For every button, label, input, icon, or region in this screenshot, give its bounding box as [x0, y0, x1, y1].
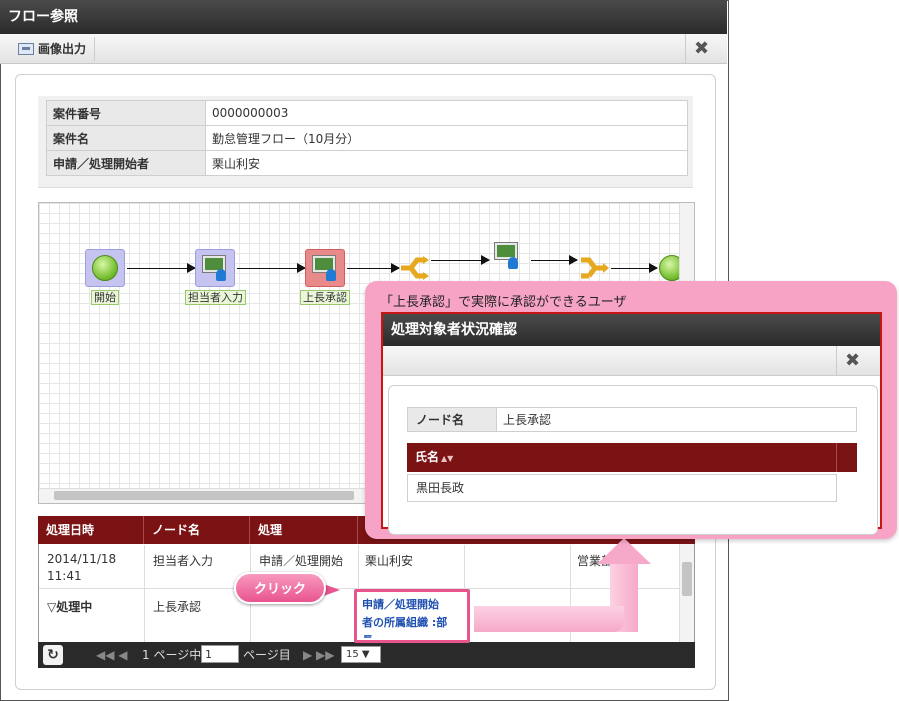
start-node-label: 開始 [91, 290, 119, 305]
table-row: 2014/11/18 11:41 担当者入力 申請／処理開始 栗山利安 営業部 [39, 545, 679, 589]
history-scroll-thumb[interactable] [682, 562, 692, 596]
column-divider [144, 545, 145, 642]
flow-arrow [531, 255, 578, 265]
row-status-in-progress: ▽処理中 [47, 600, 93, 614]
applicant-value: 栗山利安 [205, 150, 688, 176]
user-name-column-header[interactable]: 氏名 ▲▼ [407, 443, 857, 472]
join-gateway-icon [581, 257, 609, 279]
next-last-page-buttons[interactable]: ▶ ▶▶ [303, 642, 335, 668]
start-node[interactable] [85, 249, 125, 287]
flow-arrow [347, 263, 400, 273]
applicant-row: 申請／処理開始者 栗山利安 [46, 150, 688, 176]
case-name-row: 案件名 勤怠管理フロー（10月分） [46, 125, 688, 151]
page-suffix-label: ページ目 [243, 648, 291, 662]
user-list-item: 黒田長政 [407, 474, 837, 502]
first-prev-page-buttons[interactable]: ◀◀ ◀ [96, 642, 128, 668]
flow-arrow [431, 255, 490, 265]
dialog-close-icon[interactable]: ✖ [836, 346, 868, 376]
row-node: 担当者入力 [153, 554, 214, 568]
case-number-value: 0000000003 [205, 100, 688, 126]
dialog-title: 処理対象者状況確認 [383, 314, 880, 346]
split-gateway-icon [401, 256, 429, 280]
callout-arrow-shaft [474, 606, 624, 632]
person-icon [326, 269, 336, 281]
person-icon [216, 269, 226, 281]
page-count-label: 1 ページ中 [142, 648, 202, 662]
sort-icon[interactable]: ▲▼ [441, 454, 453, 463]
row-date: 2014/11/18 11:41 [47, 552, 117, 583]
flow-arrow [611, 263, 658, 273]
column-header-node[interactable]: ノード名 [144, 516, 250, 544]
callout-arrow-head [597, 538, 651, 564]
column-header-action[interactable]: 処理 [250, 516, 358, 544]
case-info-table: 案件番号 0000000003 案件名 勤怠管理フロー（10月分） 申請／処理開… [46, 100, 688, 176]
applicant-label: 申請／処理開始者 [46, 150, 206, 176]
task-node-input[interactable] [195, 249, 235, 287]
refresh-icon[interactable]: ↻ [43, 645, 63, 665]
window-toolbar: 画像出力 ✖ [0, 34, 727, 64]
diagram-scroll-thumb[interactable] [54, 491, 354, 500]
dialog-toolbar: ✖ [383, 346, 880, 376]
row-action: 申請／処理開始 [259, 554, 344, 568]
column-header-datetime[interactable]: 処理日時 [38, 516, 144, 544]
node-name-label: ノード名 [407, 407, 497, 432]
start-circle-icon [92, 255, 118, 281]
case-number-row: 案件番号 0000000003 [46, 100, 688, 126]
flow-arrow [127, 263, 196, 273]
column-divider [836, 443, 837, 472]
history-vertical-scrollbar[interactable] [679, 544, 694, 642]
window-title: フロー参照 [0, 0, 727, 34]
person-icon [508, 257, 518, 269]
task-node-parallel[interactable] [489, 241, 529, 275]
image-export-icon [18, 43, 34, 55]
target-user-link[interactable]: 申請／処理開始者の所属組織 :部長 [362, 596, 466, 650]
export-image-button[interactable]: 画像出力 [10, 37, 96, 61]
task-node-approval[interactable] [305, 249, 345, 287]
task-node-approval-label: 上長承認 [300, 290, 350, 305]
user-name-header-label: 氏名 [415, 450, 440, 464]
case-name-label: 案件名 [46, 125, 206, 151]
case-name-value: 勤怠管理フロー（10月分） [205, 125, 688, 151]
row-node: 上長承認 [153, 600, 202, 614]
flow-arrow [237, 263, 306, 273]
click-callout-bubble: クリック [234, 572, 326, 604]
close-icon[interactable]: ✖ [685, 34, 717, 64]
node-name-value: 上長承認 [496, 407, 857, 432]
task-node-input-label: 担当者入力 [185, 290, 246, 305]
row-user: 栗山利安 [365, 554, 414, 568]
export-image-label: 画像出力 [38, 42, 87, 56]
page-number-input[interactable]: 1 [201, 645, 239, 663]
case-number-label: 案件番号 [46, 100, 206, 126]
popup-callout-note: 「上長承認」で実際に承認ができるユーザ [380, 295, 627, 310]
